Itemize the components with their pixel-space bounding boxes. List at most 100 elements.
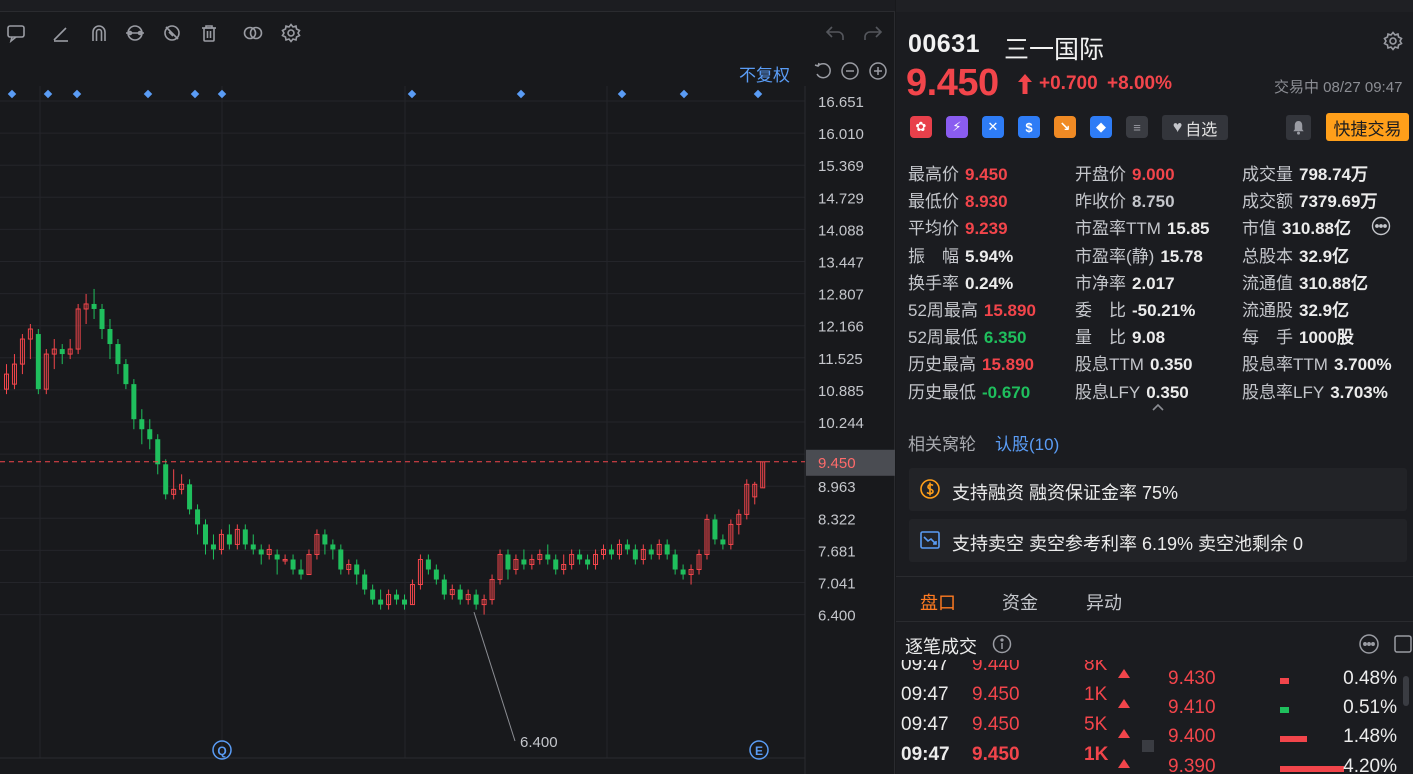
price-adjust-toggle[interactable]: 不复权 [739,61,790,86]
candle-body [155,439,161,465]
tick-volume: 1K [1084,684,1108,705]
candle-body [370,589,376,600]
tick-volume: 5K [1084,714,1108,735]
candle-body [123,364,129,385]
short-chart-icon [919,529,941,551]
candle-body [91,303,97,309]
bell-icon[interactable] [1286,115,1311,140]
triangle-up-icon [1118,752,1130,768]
margin-financing-card[interactable]: 支持融资 融资保证金率 75% [909,468,1407,511]
undo-icon[interactable] [824,22,846,44]
warrants-link[interactable]: 认股(10) [995,430,1059,455]
stat-value: 0.24% [965,273,1014,293]
stat-item: 股息TTM 0.350 [1075,350,1192,376]
settings-gear-icon[interactable] [1382,30,1404,52]
trend-down-icon[interactable]: ↘ [1054,116,1076,138]
price-change: +0.700 [1039,73,1098,94]
candle-body [433,569,439,580]
price-axis-label: 12.807 [818,287,864,304]
sync-drawing-icon[interactable] [124,22,146,44]
tick-trades-list[interactable]: 09:47 9.440 8K 09:47 9.450 1K 09:47 9.450 5K 09:4… [896,660,1413,774]
candle-body [712,519,718,540]
stat-item: 52周最低 6.350 [908,323,1026,349]
short-selling-card[interactable]: 支持卖空 卖空参考利率 6.19% 卖空池剩余 0 [909,519,1407,562]
stat-label: 成交额 [1242,192,1293,212]
event-dot [516,89,526,99]
lightning-icon[interactable]: ⚡ [946,116,968,138]
scrollbar[interactable] [1403,676,1409,706]
tab-unusual-activity[interactable]: 异动 [1086,589,1122,615]
stat-label: 成交量 [1242,165,1293,184]
zoom-in-icon[interactable] [868,61,888,81]
quote-panel: 00631 三一国际 9.450 +0.700 +8.00% 交易中 08/27… [896,0,1413,774]
magnet-icon[interactable] [88,22,110,44]
candle-body [290,559,296,570]
candle-body [242,529,248,545]
stat-item: 历史最高 15.890 [908,350,1034,376]
price-tag-icon[interactable]: ◆ [1090,116,1112,138]
stat-label: 股息TTM [1075,355,1144,375]
price-axis-label: 14.088 [818,222,864,239]
chevron-up-icon[interactable] [1150,400,1166,412]
event-dot [43,89,53,99]
stat-value: 2.017 [1132,273,1175,293]
price-axis-label: 12.166 [818,319,864,336]
candle-body [425,559,431,570]
candle-body [441,579,447,595]
compare-icon[interactable] [242,22,264,44]
reset-icon[interactable] [813,61,833,81]
distribution-price: 9.400 [1168,726,1216,747]
tab-order-book[interactable]: 盘口 [920,589,956,615]
watchlist-label: 自选 [1185,121,1218,139]
stat-item: 委 比 -50.21% [1075,296,1195,322]
distribution-percent: 0.51% [1343,697,1397,718]
stat-value: 7379.69万 [1299,192,1378,212]
stat-value: 9.000 [1132,165,1175,184]
comment-icon[interactable] [5,22,27,44]
connect-icon[interactable]: ✕ [982,116,1004,138]
gear-icon[interactable] [280,22,302,44]
more-options-icon[interactable] [1371,216,1391,236]
zoom-out-icon[interactable] [840,61,860,81]
stat-item: 市盈率TTM 15.85 [1075,214,1209,240]
more-icon[interactable] [1358,633,1380,655]
hk-flower-icon[interactable]: ✿ [910,116,932,138]
candlestick-chart[interactable]: 16.651 16.010 15.369 14.729 14.088 13.447 12.8… [0,86,895,774]
stat-value: 15.890 [982,355,1034,375]
dollar-icon[interactable]: $ [1018,116,1040,138]
candle-body [457,589,463,600]
candle-body [210,544,216,550]
price-distribution-row: 9.430 0.48% [1166,668,1413,698]
chart-controls-row: 不复权 [0,58,895,86]
watchlist-button[interactable]: ♥ 自选 [1162,115,1228,140]
stat-label: 市盈率TTM [1075,219,1161,239]
stat-label: 最低价 [908,192,959,212]
pen-icon[interactable] [50,22,72,44]
stat-value: 6.350 [983,328,1027,348]
candle-body [258,549,264,555]
distribution-percent: 0.48% [1343,668,1397,689]
stat-value: -50.21% [1132,301,1196,320]
stat-label: 最高价 [908,165,959,184]
event-dot [679,89,689,99]
stat-item: 股息率LFY 3.703% [1242,378,1388,404]
up-arrow-icon [1016,72,1034,96]
tick-price: 9.440 [972,660,1020,675]
stat-value: 310.88亿 [1282,219,1351,239]
stat-item: 流通股 32.9亿 [1242,296,1349,322]
quick-trade-button[interactable]: 快捷交易 [1326,113,1409,141]
expand-icon[interactable] [1392,633,1413,655]
tab-capital-flow[interactable]: 资金 [1002,589,1038,615]
candle-body [250,544,256,550]
stat-value: 5.94% [965,246,1014,266]
trash-icon[interactable] [198,22,220,44]
redo-icon[interactable] [862,22,884,44]
triangle-up-icon [1118,722,1130,738]
candle-body [505,554,511,570]
document-icon[interactable]: ≡ [1126,116,1148,138]
price-axis-label: 10.885 [818,383,864,400]
stat-item: 历史最低 -0.670 [908,378,1030,404]
info-icon[interactable] [991,633,1013,655]
hide-drawing-icon[interactable] [161,22,183,44]
tick-price: 9.450 [972,744,1020,765]
